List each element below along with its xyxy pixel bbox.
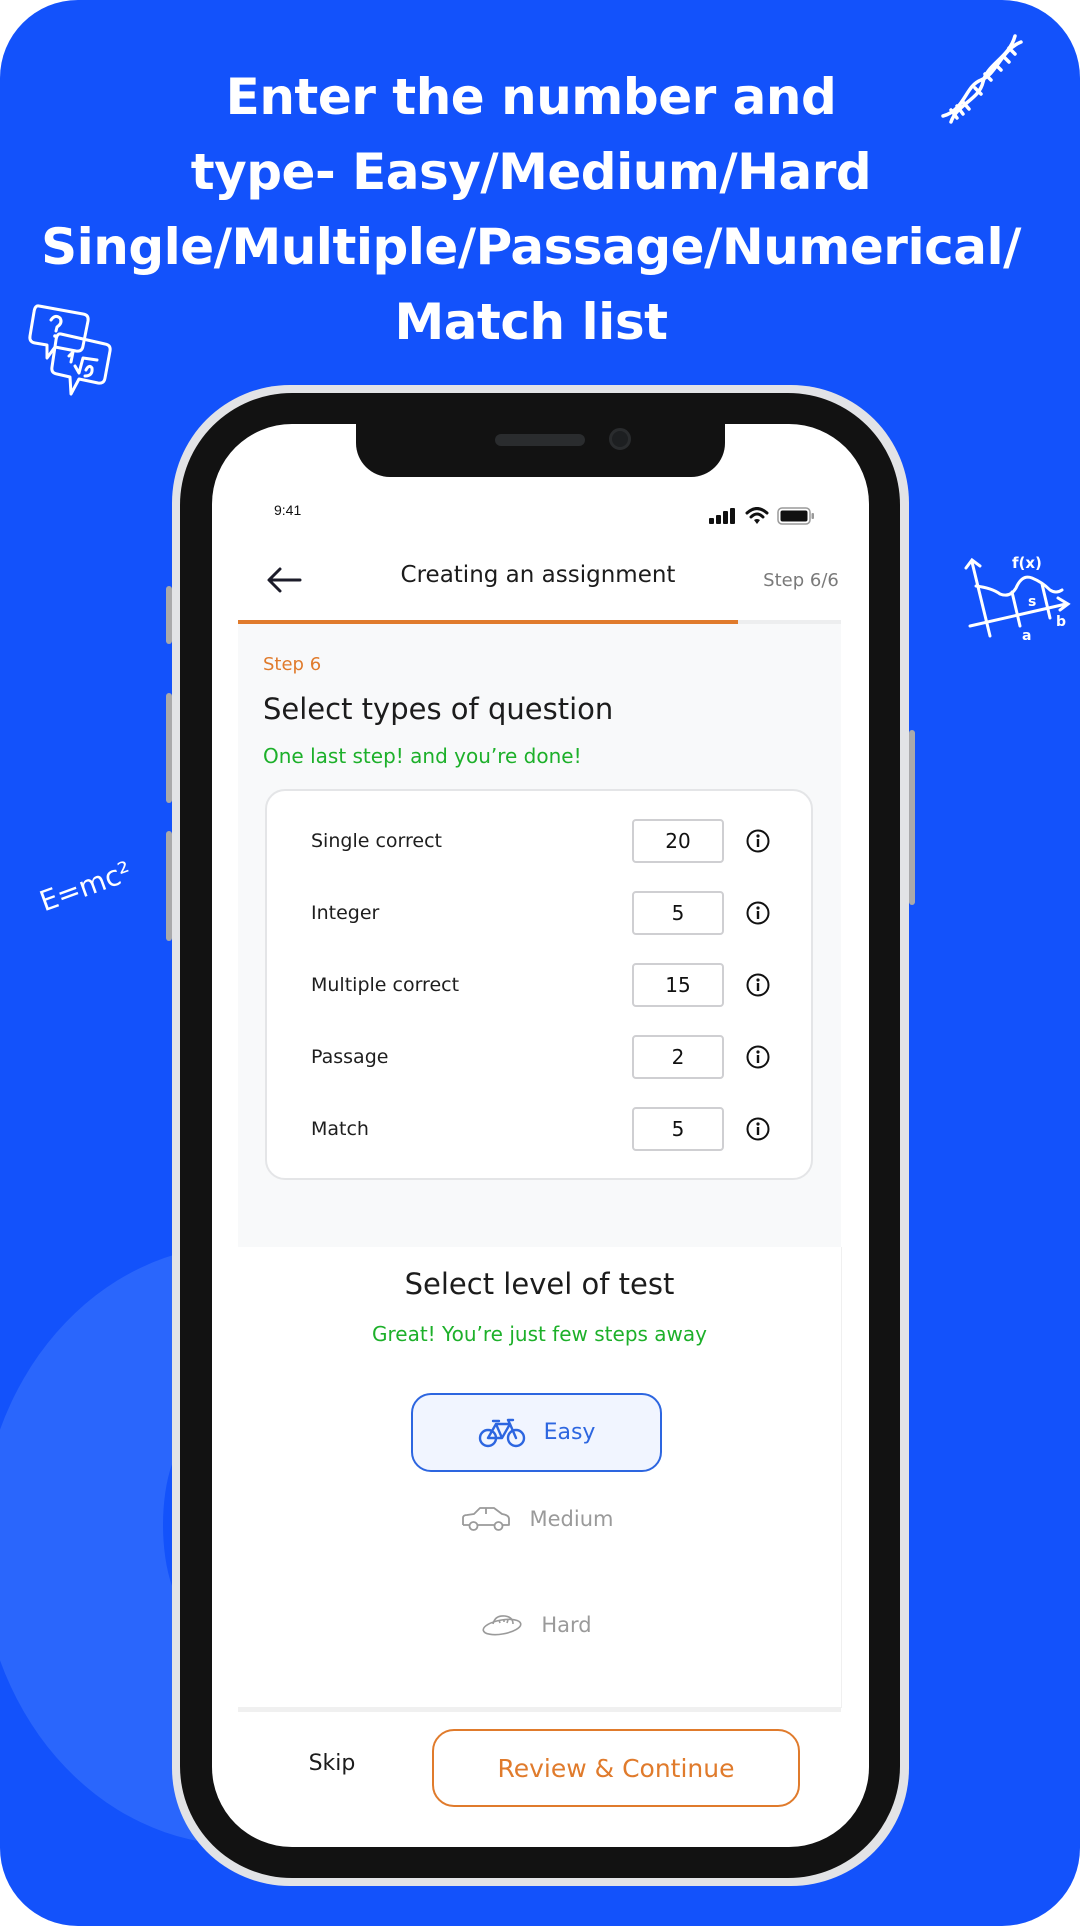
headline-line: Enter the number and: [225, 68, 837, 126]
camera: [609, 428, 631, 450]
level-option-hard[interactable]: Hard: [411, 1595, 662, 1655]
promo-background: Enter the number and type- Easy/Medium/H…: [0, 0, 1080, 1926]
bicycle-icon: [478, 1418, 525, 1447]
question-count-input[interactable]: [632, 891, 724, 935]
level-option-medium[interactable]: Medium: [411, 1489, 662, 1549]
wifi-icon: [745, 507, 769, 524]
level-option-label: Easy: [543, 1420, 596, 1445]
car-icon: [461, 1507, 510, 1531]
notch: [356, 424, 725, 477]
progress-fill: [238, 620, 739, 624]
headline-line: Match list: [394, 293, 668, 351]
question-count-input[interactable]: [632, 1035, 724, 1079]
level-option-label: Medium: [529, 1507, 614, 1531]
info-circle-icon[interactable]: [745, 972, 771, 998]
svg-text:f(x): f(x): [1012, 554, 1042, 572]
phone-side-button: [166, 693, 172, 803]
promo-headline: Enter the number and type- Easy/Medium/H…: [0, 60, 1062, 360]
battery-icon: [777, 507, 814, 525]
headline-line: Single/Multiple/Passage/Numerical/: [41, 218, 1021, 276]
question-type-row: Single correct: [267, 819, 811, 863]
phone-side-button: [909, 730, 915, 905]
level-title: Select level of test: [404, 1267, 675, 1301]
question-type-row: Integer: [267, 891, 811, 935]
skip-button[interactable]: Skip: [300, 1751, 364, 1776]
dna-icon: [941, 34, 1023, 124]
speaker: [495, 434, 585, 446]
section-title: Select types of question: [263, 692, 614, 726]
function-graph-icon: f(x) s a b: [964, 554, 1071, 642]
info-circle-icon[interactable]: [745, 1116, 771, 1142]
question-bubbles-icon: [28, 304, 112, 396]
question-type-label: Passage: [311, 1046, 389, 1068]
page-title: Creating an assignment: [400, 562, 676, 588]
level-option-easy[interactable]: Easy: [411, 1393, 662, 1472]
phone-screen: 9:41 Creating an assignment Step 6/6 Ste…: [212, 424, 869, 1847]
info-circle-icon[interactable]: [745, 900, 771, 926]
ufo-icon: [482, 1615, 522, 1636]
svg-text:s: s: [1028, 594, 1036, 610]
question-count-input[interactable]: [632, 963, 724, 1007]
svg-text:a: a: [1022, 628, 1031, 642]
arrow-left-icon: [267, 567, 302, 593]
divider: [238, 1707, 841, 1712]
phone-side-button: [166, 586, 172, 644]
status-time: 9:41: [274, 502, 302, 518]
question-types-card: Single correct Integer Multiple correct …: [265, 789, 813, 1180]
info-circle-icon[interactable]: [745, 828, 771, 854]
question-type-label: Integer: [311, 902, 380, 924]
level-section: Select level of test Great! You’re just …: [238, 1247, 842, 1708]
question-count-input[interactable]: [632, 1107, 724, 1151]
question-type-row: Passage: [267, 1035, 811, 1079]
question-type-label: Single correct: [311, 830, 442, 852]
section-subtitle: One last step! and you’re done!: [263, 744, 582, 768]
question-type-row: Multiple correct: [267, 963, 811, 1007]
back-button[interactable]: [264, 564, 304, 596]
svg-text:b: b: [1056, 614, 1066, 630]
step-label: Step 6: [263, 654, 322, 675]
emc2-formula: E=mc²: [35, 854, 136, 919]
progress-bar: [238, 620, 841, 624]
question-count-input[interactable]: [632, 819, 724, 863]
headline-line: type- Easy/Medium/Hard: [190, 143, 872, 201]
review-continue-button[interactable]: Review & Continue: [432, 1729, 800, 1807]
question-type-label: Multiple correct: [311, 974, 460, 996]
level-subtitle: Great! You’re just few steps away: [372, 1322, 707, 1346]
level-option-label: Hard: [541, 1613, 592, 1637]
step-indicator: Step 6/6: [763, 570, 839, 591]
status-icons: [709, 507, 815, 525]
phone-side-button: [166, 831, 172, 941]
question-type-label: Match: [311, 1118, 369, 1140]
info-circle-icon[interactable]: [745, 1044, 771, 1070]
question-type-row: Match: [267, 1107, 811, 1151]
signal-icon: [709, 508, 735, 524]
